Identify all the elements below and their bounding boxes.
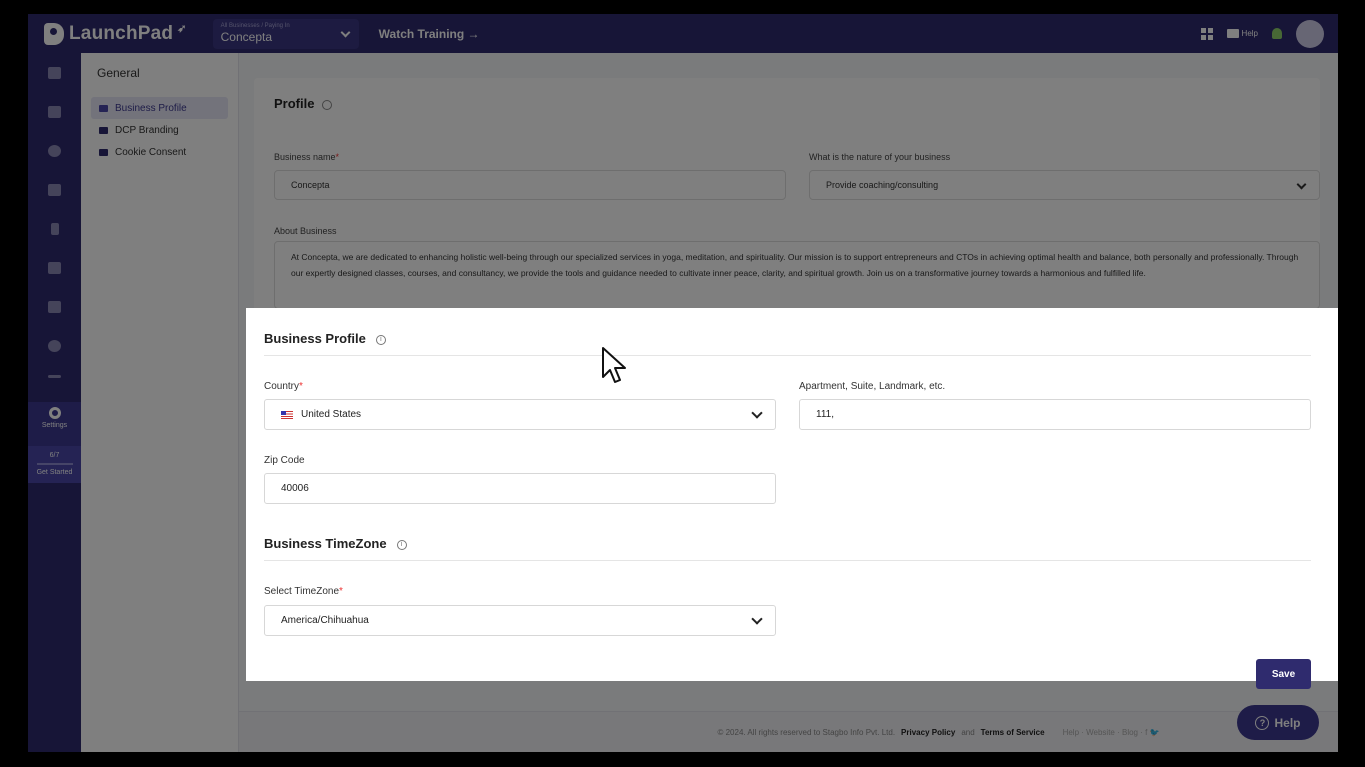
timezone-select[interactable]: America/Chihuahua bbox=[264, 605, 776, 636]
business-profile-title: Business Profile i bbox=[264, 331, 386, 346]
apartment-input[interactable]: 111, bbox=[799, 399, 1311, 430]
select-timezone-label: Select TimeZone* bbox=[264, 586, 343, 597]
required-mark: * bbox=[299, 381, 303, 392]
business-profile-modal: Business Profile i Country* United States… bbox=[246, 308, 1338, 689]
zip-code-input[interactable]: 40006 bbox=[264, 473, 776, 504]
apartment-label: Apartment, Suite, Landmark, etc. bbox=[799, 381, 946, 392]
us-flag-icon bbox=[281, 410, 293, 419]
country-label: Country* bbox=[264, 381, 303, 392]
chevron-down-icon bbox=[751, 407, 763, 419]
country-label-text: Country bbox=[264, 381, 300, 392]
required-mark: * bbox=[339, 586, 343, 597]
info-icon[interactable]: i bbox=[396, 539, 407, 550]
save-button[interactable]: Save bbox=[1256, 659, 1311, 689]
business-timezone-title-text: Business TimeZone bbox=[264, 536, 387, 551]
business-timezone-title: Business TimeZone i bbox=[264, 536, 407, 551]
mouse-cursor-icon bbox=[602, 347, 626, 383]
country-select-value: United States bbox=[301, 409, 362, 420]
divider bbox=[264, 355, 1311, 356]
country-select[interactable]: United States bbox=[264, 399, 776, 430]
business-profile-title-text: Business Profile bbox=[264, 331, 366, 346]
divider bbox=[264, 560, 1311, 561]
timezone-select-value: America/Chihuahua bbox=[281, 615, 369, 626]
zip-code-label: Zip Code bbox=[264, 455, 305, 466]
info-icon[interactable]: i bbox=[375, 334, 386, 345]
chevron-down-icon bbox=[751, 613, 763, 625]
select-timezone-label-text: Select TimeZone bbox=[264, 586, 340, 597]
